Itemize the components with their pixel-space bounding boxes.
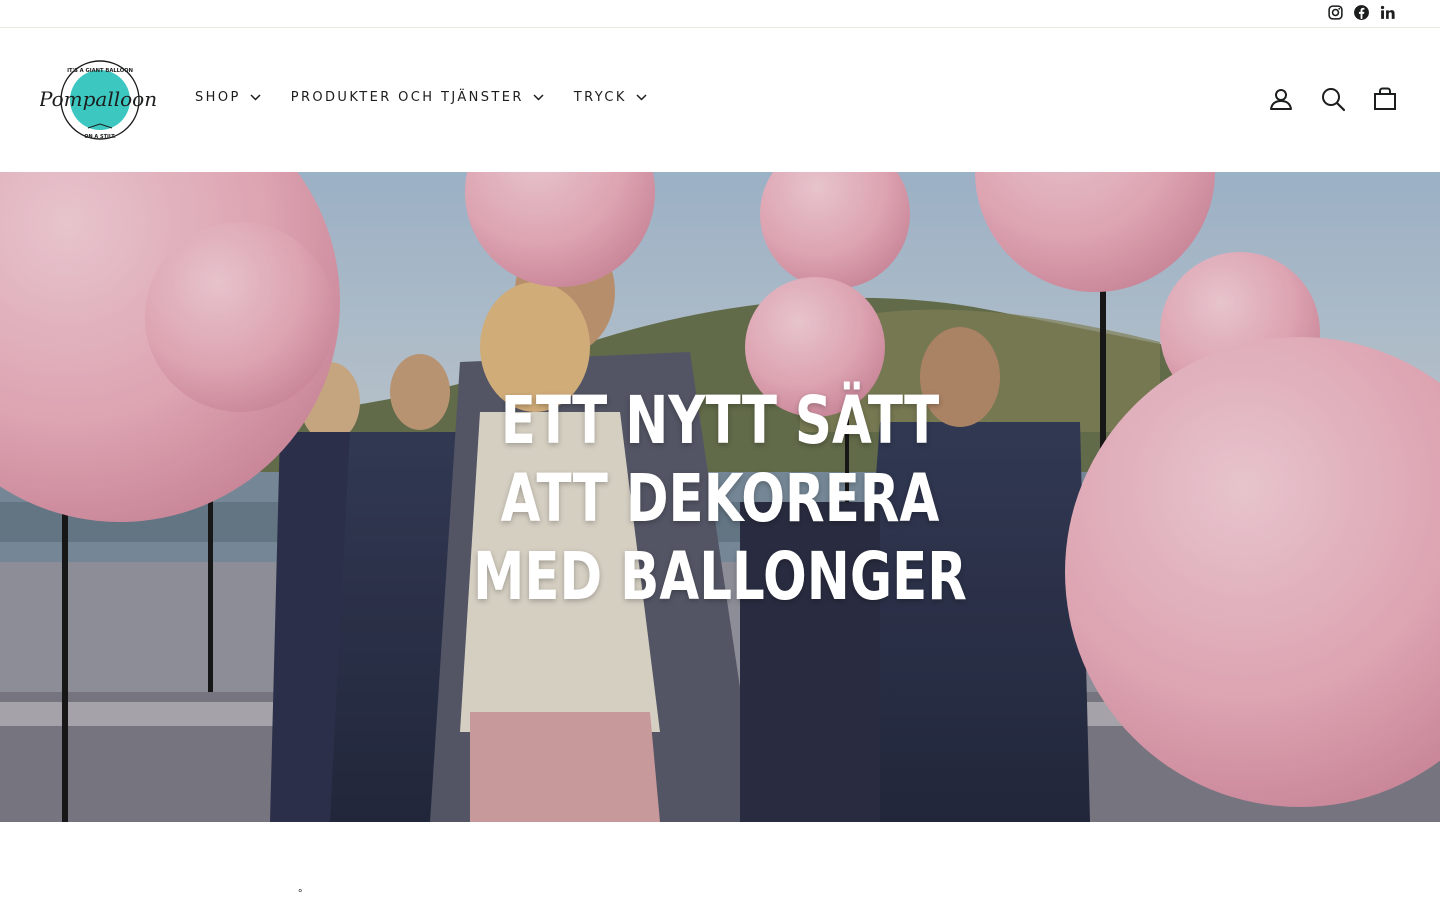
hero-heading-line: ATT DEKORERA: [500, 460, 940, 537]
account-icon[interactable]: [1268, 86, 1294, 112]
linkedin-icon[interactable]: [1378, 3, 1396, 21]
logo-tagline-bottom: ON A STILT.: [84, 134, 116, 140]
nav-item-label: SHOP: [195, 90, 241, 105]
nav-item-label: TRYCK: [573, 90, 627, 105]
logo-wordmark: Pompalloon: [40, 87, 157, 111]
brand-logo[interactable]: IT'S A GIANT BALLOON ON A STILT. Pompall…: [40, 58, 160, 142]
nav-item-tryck[interactable]: TRYCK: [574, 90, 647, 105]
social-links: [1326, 3, 1396, 21]
cart-icon[interactable]: [1372, 86, 1398, 112]
hero-banner[interactable]: ETT NYTT SÄTT ATT DEKORERA MED BALLONGER: [0, 172, 1440, 822]
chevron-down-icon: [533, 94, 544, 101]
small-mark: °: [298, 888, 303, 900]
chevron-down-icon: [250, 94, 261, 101]
hero-heading-line: MED BALLONGER: [473, 538, 967, 615]
chevron-down-icon: [636, 94, 647, 101]
nav-item-shop[interactable]: SHOP: [195, 90, 261, 105]
hero-heading-line: ETT NYTT SÄTT: [500, 382, 940, 459]
nav-item-produkter-och-tjanster[interactable]: PRODUKTER OCH TJÄNSTER: [291, 90, 544, 105]
content-section: °: [0, 822, 1440, 900]
top-social-bar: [0, 0, 1440, 28]
header-utility-icons: [1268, 86, 1398, 112]
nav-item-label: PRODUKTER OCH TJÄNSTER: [290, 90, 524, 105]
hero-heading: ETT NYTT SÄTT ATT DEKORERA MED BALLONGER: [158, 382, 1281, 616]
site-header: IT'S A GIANT BALLOON ON A STILT. Pompall…: [0, 28, 1440, 172]
search-icon[interactable]: [1320, 86, 1346, 112]
instagram-icon[interactable]: [1326, 3, 1344, 21]
facebook-icon[interactable]: [1352, 3, 1370, 21]
main-navigation: SHOP PRODUKTER OCH TJÄNSTER TRYCK: [195, 90, 647, 105]
logo-tagline-top: IT'S A GIANT BALLOON: [67, 68, 133, 74]
